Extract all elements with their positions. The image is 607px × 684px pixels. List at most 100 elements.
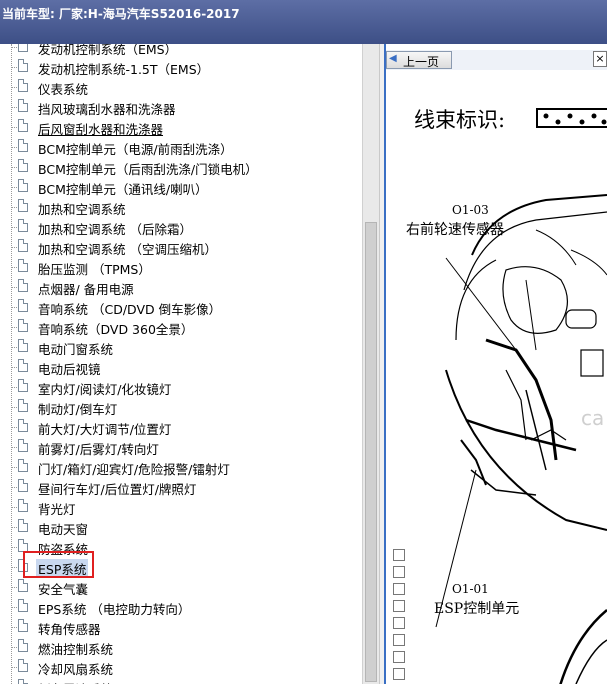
- callout-code-esp-unit: O1-01: [452, 582, 489, 596]
- tree-connector-line: [11, 327, 17, 328]
- tree-item[interactable]: 音响系统（DVD 360全景）: [0, 317, 362, 337]
- tree-item[interactable]: 加热和空调系统 （后除霜）: [0, 217, 362, 237]
- document-icon: [18, 219, 28, 232]
- tree-item[interactable]: 倒车雷达系统: [0, 677, 362, 684]
- document-icon: [18, 139, 28, 152]
- tree-item-label: 仪表系统: [38, 82, 89, 97]
- tree-connector-line: [11, 387, 17, 388]
- tree-item[interactable]: EPS系统 （电控助力转向）: [0, 597, 362, 617]
- viewer-toolbar: ◀ 上一页 ×: [386, 50, 607, 70]
- document-icon: [18, 499, 28, 512]
- tree-item[interactable]: 仪表系统: [0, 77, 362, 97]
- tree-connector-line: [11, 507, 17, 508]
- side-checkbox[interactable]: [393, 600, 405, 612]
- tree-item[interactable]: 发动机控制系统-1.5T（EMS）: [0, 57, 362, 77]
- tree-item[interactable]: 冷却风扇系统: [0, 657, 362, 677]
- tree-item[interactable]: 胎压监测 （TPMS）: [0, 257, 362, 277]
- close-icon[interactable]: ×: [593, 51, 607, 67]
- tree-connector-line: [11, 647, 17, 648]
- tree-item-label: 室内灯/阅读灯/化妆镜灯: [38, 382, 172, 397]
- tree-item[interactable]: 门灯/箱灯/迎宾灯/危险报警/镭射灯: [0, 457, 362, 477]
- tree-item-label: 音响系统（DVD 360全景）: [38, 322, 194, 337]
- tree-item-label: BCM控制单元（后雨刮洗涤/门锁电机）: [38, 162, 258, 177]
- tree-item[interactable]: 转角传感器: [0, 617, 362, 637]
- document-icon: [18, 679, 28, 684]
- chapter-tree[interactable]: 发动机控制系统（EMS） 发动机控制系统-1.5T（EMS） 仪表系统挡风玻璃刮水器…: [0, 44, 362, 684]
- tree-item-label: 燃油控制系统: [38, 642, 114, 657]
- tree-item-label: 点烟器/ 备用电源: [38, 282, 134, 297]
- tree-item-label: 加热和空调系统: [38, 202, 126, 217]
- title-bar: 当前车型: 厂家:H-海马汽车S52016-2017: [0, 0, 607, 44]
- tree-item[interactable]: BCM控制单元（后雨刮洗涤/门锁电机）: [0, 157, 362, 177]
- side-checkbox[interactable]: [393, 634, 405, 646]
- tree-item[interactable]: 电动门窗系统: [0, 337, 362, 357]
- tree-connector-line: [11, 227, 17, 228]
- side-checkbox[interactable]: [393, 617, 405, 629]
- tree-item[interactable]: 音响系统 （CD/DVD 倒车影像）: [0, 297, 362, 317]
- tree-item[interactable]: 加热和空调系统 （空调压缩机）: [0, 237, 362, 257]
- document-icon: [18, 99, 28, 112]
- side-checkbox[interactable]: [393, 566, 405, 578]
- tree-item[interactable]: BCM控制单元（通讯线/喇叭）: [0, 177, 362, 197]
- tree-item[interactable]: 挡风玻璃刮水器和洗涤器: [0, 97, 362, 117]
- previous-page-button[interactable]: ◀ 上一页: [386, 51, 452, 69]
- side-checkbox[interactable]: [393, 651, 405, 663]
- tree-item[interactable]: 安全气囊: [0, 577, 362, 597]
- tree-item-label: 挡风玻璃刮水器和洗涤器: [38, 102, 176, 117]
- tree-item-label: 电动天窗: [38, 522, 89, 537]
- tree-connector-line: [11, 67, 17, 68]
- tree-item[interactable]: 燃油控制系统: [0, 637, 362, 657]
- document-icon: [18, 359, 28, 372]
- side-checkbox[interactable]: [393, 668, 405, 680]
- tree-item[interactable]: 室内灯/阅读灯/化妆镜灯: [0, 377, 362, 397]
- document-icon: [18, 299, 28, 312]
- tree-scrollbar[interactable]: [362, 44, 380, 684]
- document-icon: [18, 119, 28, 132]
- tree-item[interactable]: 电动天窗: [0, 517, 362, 537]
- tree-connector-line: [11, 127, 17, 128]
- tree-connector-line: [11, 667, 17, 668]
- tree-connector-line: [11, 207, 17, 208]
- tree-item[interactable]: 加热和空调系统: [0, 197, 362, 217]
- tree-item[interactable]: 昼间行车灯/后位置灯/牌照灯: [0, 477, 362, 497]
- tree-item[interactable]: BCM控制单元（电源/前雨刮洗涤）: [0, 137, 362, 157]
- tree-connector-line: [11, 267, 17, 268]
- document-icon: [18, 59, 28, 72]
- tree-connector-line: [11, 247, 17, 248]
- tree-item[interactable]: 背光灯: [0, 497, 362, 517]
- tree-connector-line: [11, 147, 17, 148]
- tree-item[interactable]: 后风窗刮水器和洗涤器: [0, 117, 362, 137]
- tree-item-label: 加热和空调系统 （空调压缩机）: [38, 242, 217, 257]
- tree-connector-line: [11, 307, 17, 308]
- tree-item[interactable]: 前雾灯/后雾灯/转向灯: [0, 437, 362, 457]
- tree-connector-line: [11, 427, 17, 428]
- tree-scrollbar-thumb[interactable]: [365, 222, 377, 682]
- side-checkbox[interactable]: [393, 583, 405, 595]
- tree-connector-line: [11, 627, 17, 628]
- tree-connector-line: [11, 87, 17, 88]
- window-title: 当前车型: 厂家:H-海马汽车S52016-2017: [2, 7, 240, 21]
- callout-name-esp-unit: ESP控制单元: [434, 601, 520, 617]
- tree-item-label: 前大灯/大灯调节/位置灯: [38, 422, 172, 437]
- tree-item-label: 冷却风扇系统: [38, 662, 114, 677]
- tree-connector-line: [11, 567, 17, 568]
- tree-item[interactable]: 前大灯/大灯调节/位置灯: [0, 417, 362, 437]
- tree-item[interactable]: 发动机控制系统（EMS）: [0, 44, 362, 57]
- document-icon: [18, 579, 28, 592]
- document-icon: [18, 199, 28, 212]
- document-icon: [18, 239, 28, 252]
- tree-item[interactable]: 点烟器/ 备用电源: [0, 277, 362, 297]
- tree-item-label: 电动门窗系统: [38, 342, 114, 357]
- document-icon: [18, 519, 28, 532]
- side-checkbox[interactable]: [393, 549, 405, 561]
- tree-connector-line: [11, 287, 17, 288]
- tree-item-label: 发动机控制系统（EMS）: [38, 44, 178, 57]
- tree-item[interactable]: 制动灯/倒车灯: [0, 397, 362, 417]
- tree-item[interactable]: 电动后视镜: [0, 357, 362, 377]
- arrow-left-icon: ◀: [389, 53, 397, 64]
- tree-item-label: 门灯/箱灯/迎宾灯/危险报警/镭射灯: [38, 462, 230, 477]
- tree-item-label: 转角传感器: [38, 622, 101, 637]
- document-icon: [18, 339, 28, 352]
- tree-connector-line: [11, 607, 17, 608]
- tree-connector-line: [11, 167, 17, 168]
